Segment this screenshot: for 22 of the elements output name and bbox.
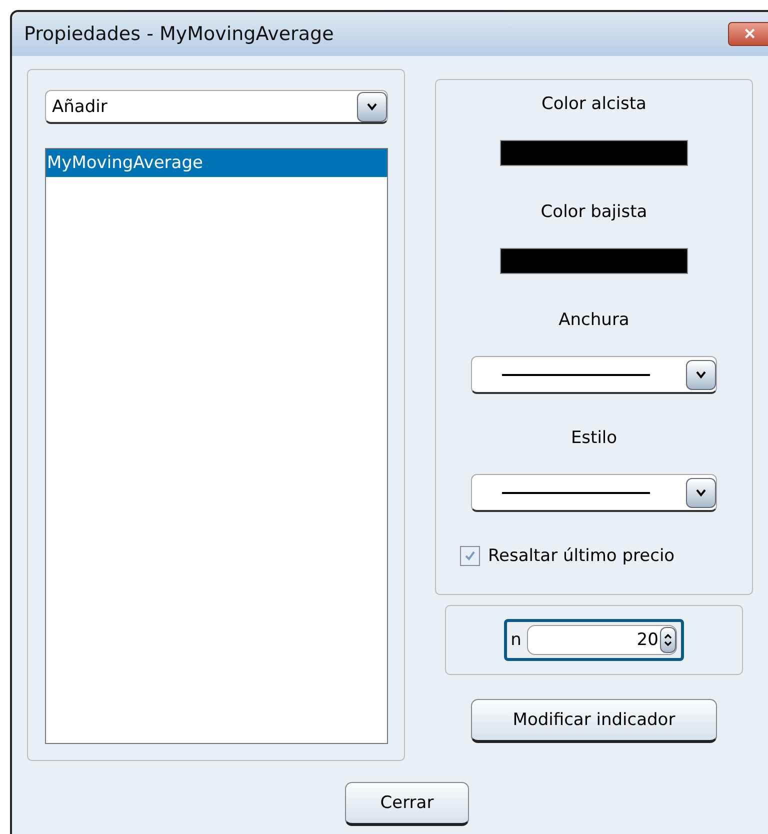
chevron-down-icon (686, 360, 716, 390)
window-title: Propiedades - MyMovingAverage (23, 23, 334, 45)
spinner-icon[interactable] (660, 627, 676, 653)
chevron-down-icon (357, 92, 387, 122)
color-label: Color alcista (542, 94, 646, 116)
color-swatch[interactable] (500, 248, 688, 274)
checkbox-label: Resaltar último precio (488, 546, 675, 566)
add-dropdown[interactable]: Añadir (45, 90, 388, 124)
select-label: Estilo (570, 428, 618, 450)
select-label: Anchura (558, 310, 630, 332)
number-field[interactable]: 20 (527, 625, 678, 655)
parameter-label: n (510, 630, 522, 650)
close-dialog-button[interactable]: Cerrar (345, 782, 469, 826)
check-icon (463, 549, 477, 563)
color-swatch[interactable] (500, 140, 688, 166)
line-dropdown[interactable] (471, 474, 717, 512)
chevron-down-icon (686, 478, 716, 508)
list-item[interactable]: MyMovingAverage (46, 149, 387, 177)
modify-button[interactable]: Modificar indicador (471, 699, 717, 743)
color-label: Color bajista (540, 202, 648, 224)
line-dropdown[interactable] (471, 356, 717, 394)
checkbox[interactable] (460, 546, 480, 566)
